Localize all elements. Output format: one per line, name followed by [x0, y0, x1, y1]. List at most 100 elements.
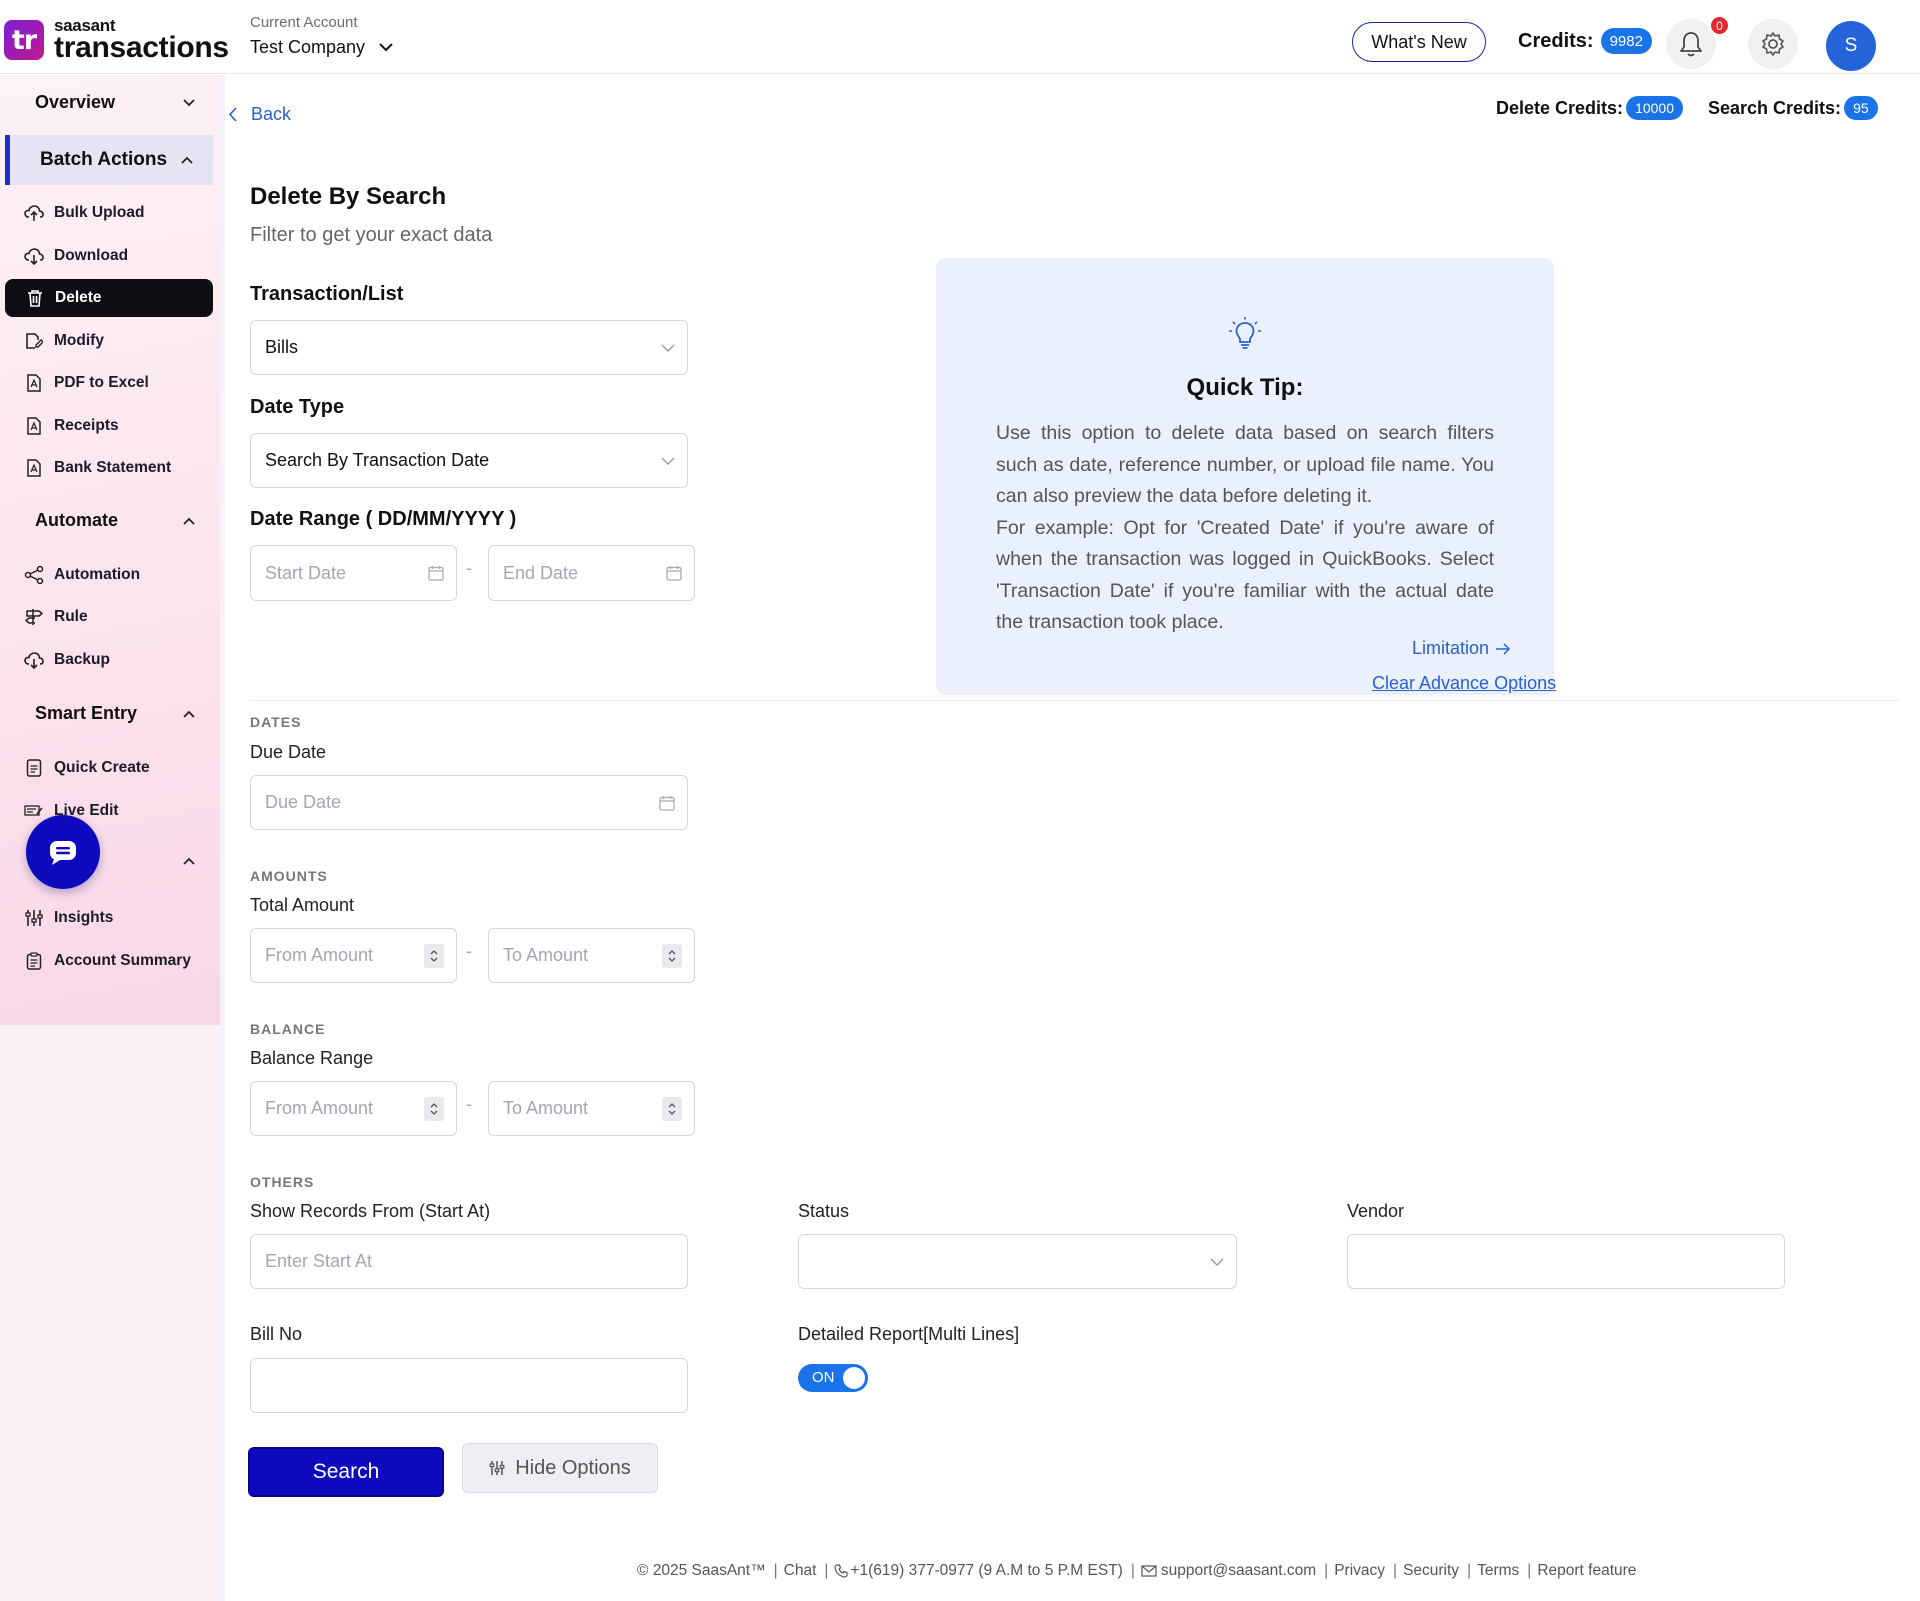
- footer-phone-link[interactable]: +1(619) 377-0977 (9 A.M to 5 P.M EST): [834, 1562, 1123, 1580]
- sidebar-item-rule[interactable]: Rule: [24, 607, 88, 627]
- overview-label: Overview: [35, 92, 116, 112]
- start-at-label: Show Records From (Start At): [250, 1201, 491, 1221]
- sidebar-item-backup[interactable]: Backup: [24, 650, 110, 670]
- sidebar-item-label: Rule: [54, 608, 88, 625]
- credits-display: Credits: 9982: [1518, 28, 1652, 54]
- footer-terms-link[interactable]: Terms: [1477, 1562, 1519, 1580]
- total-from-amount-input[interactable]: From Amount: [250, 928, 457, 983]
- app-logo[interactable]: tr saasant transactions: [4, 17, 229, 63]
- account-switcher[interactable]: Current Account Test Company: [250, 14, 393, 58]
- start-date-placeholder: Start Date: [265, 562, 347, 583]
- pdf-file-icon: [24, 373, 44, 393]
- toggle-state-label: ON: [812, 1369, 835, 1386]
- signpost-icon: [24, 607, 44, 627]
- calendar-icon: [659, 795, 675, 811]
- balance-from-amount-input[interactable]: From Amount: [250, 1081, 457, 1136]
- trash-icon: [25, 288, 45, 308]
- limitation-link[interactable]: Limitation: [1412, 638, 1511, 659]
- chevron-down-icon: [379, 43, 393, 52]
- transaction-list-select[interactable]: Bills: [250, 320, 688, 375]
- footer-privacy-link[interactable]: Privacy: [1334, 1562, 1385, 1580]
- detailed-report-label: Detailed Report[Multi Lines]: [798, 1324, 1020, 1344]
- footer-chat-link[interactable]: Chat: [784, 1562, 817, 1580]
- sidebar-item-pdf-to-excel[interactable]: PDF to Excel: [24, 373, 149, 393]
- quick-tip-panel: Quick Tip: Use this option to delete dat…: [936, 258, 1554, 695]
- chevron-down-icon: [183, 98, 195, 106]
- search-button[interactable]: Search: [248, 1447, 444, 1497]
- status-select[interactable]: [798, 1234, 1237, 1289]
- sidebar-item-download[interactable]: Download: [24, 246, 128, 266]
- batch-actions-label: Batch Actions: [40, 149, 168, 170]
- section-divider: [250, 700, 1900, 701]
- account-label: Current Account: [250, 14, 358, 31]
- settings-button[interactable]: [1748, 19, 1798, 69]
- spinner-icon[interactable]: [424, 1096, 444, 1121]
- sidebar-item-receipts[interactable]: Receipts: [24, 416, 119, 436]
- spinner-icon[interactable]: [662, 943, 682, 968]
- sidebar-section-automate[interactable]: Automate: [35, 510, 195, 531]
- start-at-input[interactable]: Enter Start At: [250, 1234, 688, 1289]
- vendor-label: Vendor: [1347, 1201, 1405, 1221]
- sidebar-item-account-summary[interactable]: Account Summary: [24, 951, 191, 971]
- sidebar-item-label: Bank Statement: [54, 459, 172, 476]
- sidebar-item-bulk-upload[interactable]: Bulk Upload: [24, 203, 144, 223]
- footer-security-link[interactable]: Security: [1403, 1562, 1459, 1580]
- page-subtitle: Filter to get your exact data: [250, 224, 493, 246]
- start-date-input[interactable]: Start Date: [250, 545, 457, 601]
- lightbulb-icon: [1229, 317, 1261, 349]
- sidebar-item-quick-create[interactable]: Quick Create: [24, 758, 150, 778]
- hide-options-label: Hide Options: [515, 1456, 631, 1479]
- sidebar-section-overview[interactable]: Overview: [35, 92, 195, 113]
- sidebar-item-label: Insights: [54, 909, 114, 926]
- quick-tip-title: Quick Tip:: [1186, 374, 1304, 401]
- user-avatar[interactable]: S: [1826, 21, 1876, 71]
- page-title: Delete By Search: [250, 183, 447, 210]
- footer-email-link[interactable]: support@saasant.com: [1141, 1562, 1316, 1580]
- balance-to-amount-input[interactable]: To Amount: [488, 1081, 695, 1136]
- back-link[interactable]: Back: [228, 104, 291, 125]
- top-header: tr saasant transactions Current Account …: [0, 0, 1920, 74]
- due-date-label: Due Date: [250, 742, 327, 762]
- due-date-input[interactable]: Due Date: [250, 775, 688, 830]
- bill-no-label: Bill No: [250, 1324, 303, 1344]
- page-footer: © 2025 SaasAnt™ | Chat | +1(619) 377-097…: [637, 1562, 1637, 1580]
- chat-widget-button[interactable]: [26, 815, 100, 889]
- sliders-icon: [24, 908, 44, 928]
- sidebar-section-batch-actions[interactable]: Batch Actions: [5, 135, 213, 185]
- from-amount-placeholder: From Amount: [265, 945, 374, 965]
- chevron-down-icon: [661, 344, 675, 352]
- clear-advance-options-link[interactable]: Clear Advance Options: [1372, 673, 1556, 694]
- vendor-input[interactable]: [1347, 1234, 1785, 1289]
- date-type-label: Date Type: [250, 396, 345, 418]
- quick-tip-text: Use this option to delete data based on …: [996, 422, 1494, 507]
- total-to-amount-input[interactable]: To Amount: [488, 928, 695, 983]
- copyright-text: © 2025 SaasAnt™: [637, 1562, 766, 1579]
- spinner-icon[interactable]: [424, 943, 444, 968]
- hide-options-button[interactable]: Hide Options: [462, 1443, 658, 1493]
- footer-report-link[interactable]: Report feature: [1537, 1562, 1636, 1580]
- date-type-select[interactable]: Search By Transaction Date: [250, 433, 688, 488]
- end-date-input[interactable]: End Date: [488, 545, 695, 601]
- sidebar-item-modify[interactable]: Modify: [24, 331, 104, 351]
- sidebar-item-automation[interactable]: Automation: [24, 565, 140, 585]
- chevron-up-icon: [183, 857, 195, 865]
- date-range-label: Date Range ( DD/MM/YYYY ): [250, 508, 517, 530]
- phone-icon: [834, 1564, 849, 1578]
- sidebar-item-label: Receipts: [54, 417, 119, 434]
- whats-new-button[interactable]: What's New: [1352, 22, 1486, 62]
- sidebar-item-delete[interactable]: Delete: [5, 279, 213, 317]
- delete-credits-badge: 10000: [1626, 96, 1683, 120]
- share-nodes-icon: [24, 565, 44, 585]
- sidebar-item-label: Backup: [54, 651, 110, 668]
- bill-no-input[interactable]: [250, 1358, 688, 1413]
- from-amount-placeholder: From Amount: [265, 1098, 374, 1118]
- spinner-icon[interactable]: [662, 1096, 682, 1121]
- sidebar-item-insights[interactable]: Insights: [24, 908, 113, 928]
- detailed-report-toggle[interactable]: ON: [798, 1364, 868, 1392]
- document-icon: [24, 758, 44, 778]
- bank-file-icon: [24, 458, 44, 478]
- sidebar-section-smart-entry[interactable]: Smart Entry: [35, 703, 195, 724]
- sidebar-lower: [0, 1025, 220, 1601]
- notifications-button[interactable]: [1666, 19, 1716, 69]
- sidebar-item-bank-statement[interactable]: Bank Statement: [24, 458, 171, 478]
